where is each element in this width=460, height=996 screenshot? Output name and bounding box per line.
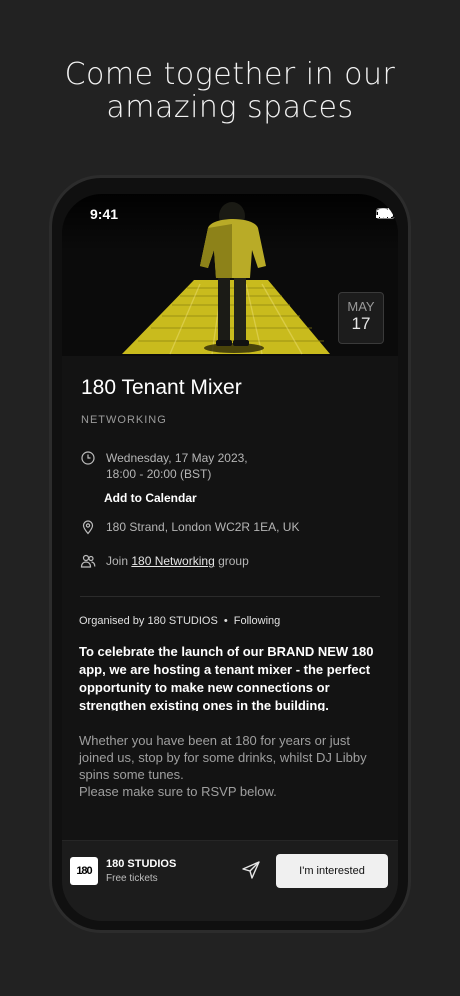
join-group-text: Join 180 Networking group (106, 553, 249, 569)
date-badge: MAY 17 (338, 292, 384, 344)
separator-dot: • (223, 615, 228, 627)
event-location: 180 Strand, London WC2R 1EA, UK (106, 520, 300, 534)
event-category: NETWORKING (81, 414, 167, 426)
share-icon[interactable] (240, 859, 262, 881)
event-datetime: Wednesday, 17 May 2023, 18:00 - 20:00 (B… (106, 450, 248, 482)
bottom-action-bar: 180 180 STUDIOS Free tickets I'm interes… (62, 840, 398, 921)
event-description-highlight: To celebrate the launch of our BRAND NEW… (79, 644, 374, 711)
battery-icon (376, 208, 397, 219)
location-pin-icon (82, 520, 94, 535)
event-time: 18:00 - 20:00 (BST) (106, 467, 212, 481)
rsvp-note: Please make sure to RSVP below. (79, 784, 277, 799)
event-description: Whether you have been at 180 for years o… (79, 732, 379, 800)
event-date: Wednesday, 17 May 2023, (106, 451, 248, 465)
networking-group-link[interactable]: 180 Networking (131, 554, 214, 568)
section-divider (80, 596, 380, 597)
event-title: 180 Tenant Mixer (81, 376, 242, 399)
date-badge-day: 17 (351, 314, 371, 333)
phone-screen: 9:41 MAY 17 180 Tenant Mixer NETWORKING … (62, 194, 398, 921)
join-group-row: Join 180 Networking group (80, 553, 249, 569)
interested-button[interactable]: I'm interested (276, 854, 388, 888)
organiser-line: Organised by 180 STUDIOS • Following (79, 615, 280, 627)
add-to-calendar-link[interactable]: Add to Calendar (104, 491, 197, 505)
organiser-text: Organised by 180 STUDIOS (79, 615, 218, 627)
event-description-paragraph: Whether you have been at 180 for years o… (79, 733, 367, 782)
marketing-headline: Come together in our amazing spaces (0, 58, 460, 124)
date-badge-month: MAY (347, 299, 375, 314)
headline-line-2: amazing spaces (106, 90, 354, 125)
clock-icon (81, 451, 95, 465)
following-status[interactable]: Following (234, 615, 280, 627)
event-location-row[interactable]: 180 Strand, London WC2R 1EA, UK (80, 519, 299, 535)
join-suffix: group (214, 554, 249, 568)
status-time: 9:41 (90, 206, 119, 222)
people-icon (80, 554, 96, 568)
event-hero-image: 9:41 MAY 17 (62, 194, 398, 356)
ticket-info: Free tickets (106, 873, 158, 884)
join-prefix: Join (106, 554, 132, 568)
event-datetime-row: Wednesday, 17 May 2023, 18:00 - 20:00 (B… (80, 450, 248, 482)
headline-line-1: Come together in our (64, 57, 396, 92)
organiser-name: 180 STUDIOS (106, 858, 177, 870)
organiser-logo[interactable]: 180 (70, 857, 98, 885)
